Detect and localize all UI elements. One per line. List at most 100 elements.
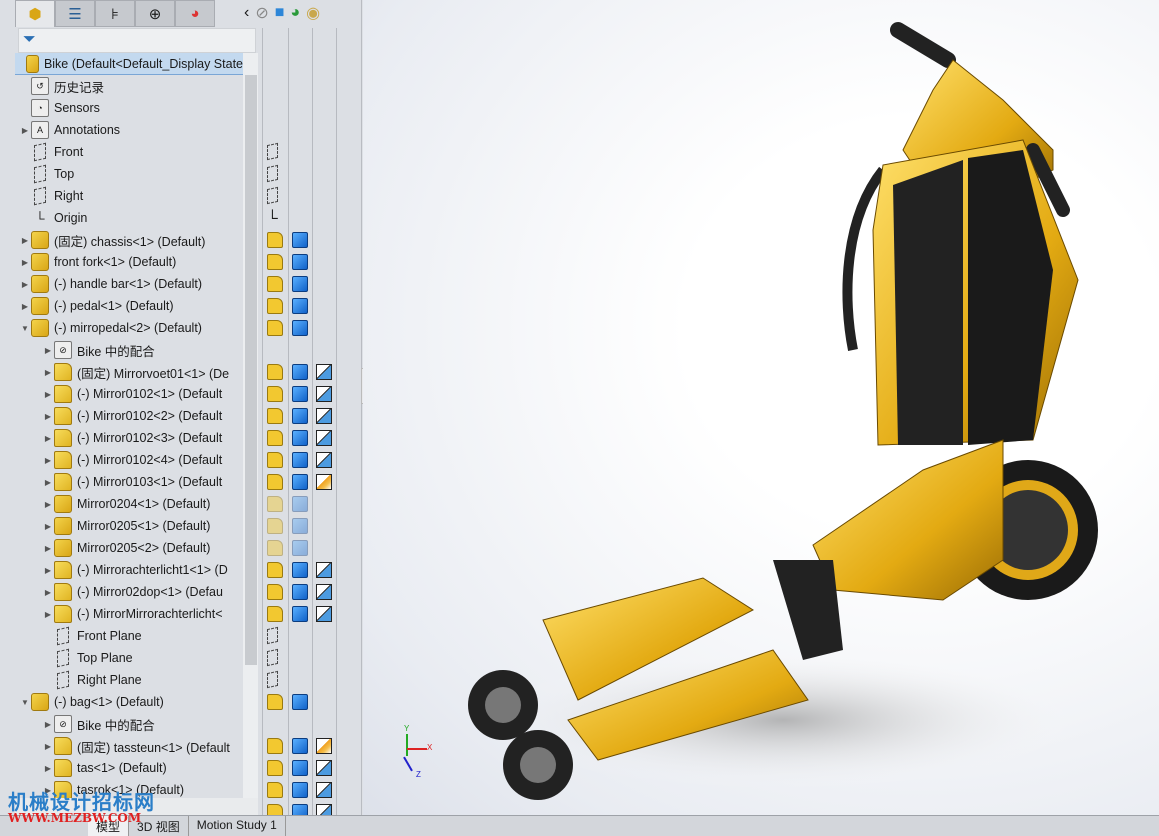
display-style-cube-icon[interactable] (292, 738, 308, 754)
plane-icon[interactable] (267, 164, 278, 183)
tree-item[interactable]: ▶ Mirror0205<2> (Default) (15, 537, 243, 559)
part-visibility-icon[interactable] (267, 474, 283, 490)
plane-icon[interactable] (267, 186, 278, 205)
appearance-swatch-icon[interactable] (316, 606, 332, 622)
tree-item[interactable]: ▶ (固定) Mirrorvoet01<1> (De (15, 361, 243, 383)
tree-item[interactable]: ▶ (-) handle bar<1> (Default) (15, 273, 243, 295)
display-style-cube-icon[interactable] (292, 760, 308, 776)
tree-item[interactable]: └ Origin (15, 207, 243, 229)
expand-arrow-icon[interactable]: ▶ (42, 478, 54, 487)
display-style-cube-icon[interactable] (292, 320, 308, 336)
assembly-visibility-icon[interactable] (267, 518, 283, 534)
collapse-left-icon[interactable]: ‹ (244, 4, 249, 22)
tree-item[interactable]: ▼ (-) bag<1> (Default) (15, 691, 243, 713)
tree-item[interactable]: ▶ ⊘ Bike 中的配合 (15, 339, 243, 361)
expand-arrow-icon[interactable]: ▶ (42, 764, 54, 773)
display-style-cube-icon[interactable] (292, 562, 308, 578)
display-manager-tab[interactable]: ◕ (175, 0, 215, 27)
display-style-cube-icon[interactable] (292, 298, 308, 314)
graphics-viewport[interactable] (363, 0, 1159, 815)
tree-item[interactable]: ▶ (固定) tassteun<1> (Default (15, 735, 243, 757)
expand-arrow-icon[interactable]: ▶ (42, 720, 54, 729)
part-visibility-icon[interactable] (267, 364, 283, 380)
tree-item[interactable]: Bike (Default<Default_Display State (15, 53, 243, 75)
tree-item[interactable]: ▶ (-) Mirror0102<4> (Default (15, 449, 243, 471)
part-visibility-icon[interactable] (267, 738, 283, 754)
display-style-cube-icon[interactable] (292, 386, 308, 402)
appearance-swatch-icon[interactable] (316, 562, 332, 578)
appearance-swatch-icon[interactable] (316, 782, 332, 798)
expand-arrow-icon[interactable]: ▶ (42, 522, 54, 531)
tree-item[interactable]: ◔ Sensors (15, 97, 243, 119)
expand-arrow-icon[interactable]: ▶ (42, 588, 54, 597)
plane-icon[interactable] (267, 142, 278, 161)
collapse-arrow-icon[interactable]: ▼ (19, 698, 31, 707)
appearance-swatch-icon[interactable] (316, 408, 332, 424)
appearance-swatch-icon[interactable] (316, 474, 332, 490)
display-style-cube-icon[interactable] (292, 518, 308, 534)
plane-icon[interactable] (267, 648, 278, 667)
tree-item[interactable]: Front Plane (15, 625, 243, 647)
expand-arrow-icon[interactable]: ▶ (19, 280, 31, 289)
tree-item[interactable]: ▶ (-) Mirror0102<2> (Default (15, 405, 243, 427)
tree-item[interactable]: ↺ 历史记录 (15, 75, 243, 97)
plane-icon[interactable] (267, 626, 278, 645)
expand-arrow-icon[interactable]: ▶ (42, 412, 54, 421)
appearance-swatch-icon[interactable] (316, 452, 332, 468)
expand-arrow-icon[interactable]: ▶ (42, 566, 54, 575)
expand-arrow-icon[interactable]: ▶ (42, 742, 54, 751)
assembly-visibility-icon[interactable] (267, 232, 283, 248)
tree-item[interactable]: ▶ Mirror0204<1> (Default) (15, 493, 243, 515)
tree-item[interactable]: ▶ (-) MirrorMirrorachterlicht< (15, 603, 243, 625)
display-style-cube-icon[interactable] (292, 452, 308, 468)
expand-arrow-icon[interactable]: ▶ (42, 346, 54, 355)
assembly-visibility-icon[interactable] (267, 276, 283, 292)
property-manager-tab[interactable]: ☰ (55, 0, 95, 27)
display-style-cube-icon[interactable] (292, 694, 308, 710)
appearance-swatch-icon[interactable] (316, 364, 332, 380)
tree-item[interactable]: ▶ front fork<1> (Default) (15, 251, 243, 273)
display-style-cube-icon[interactable] (292, 606, 308, 622)
appearance-swatch-icon[interactable] (316, 386, 332, 402)
part-visibility-icon[interactable] (267, 760, 283, 776)
tree-item[interactable]: ▶ A Annotations (15, 119, 243, 141)
dimxpert-tab[interactable]: ⊕ (135, 0, 175, 27)
expand-arrow-icon[interactable]: ▶ (42, 500, 54, 509)
display-style-cube-icon[interactable] (292, 232, 308, 248)
display-style-cube-icon[interactable] (292, 276, 308, 292)
part-visibility-icon[interactable] (267, 430, 283, 446)
appearance-icon[interactable]: ◕ (290, 4, 300, 22)
tree-item[interactable]: ▶ ⊘ Bike 中的配合 (15, 713, 243, 735)
display-style-cube-icon[interactable] (292, 782, 308, 798)
assembly-visibility-icon[interactable] (267, 694, 283, 710)
scene-icon[interactable]: ◉ (306, 3, 320, 23)
part-visibility-icon[interactable] (267, 584, 283, 600)
expand-arrow-icon[interactable]: ▶ (42, 456, 54, 465)
tree-item[interactable]: Front (15, 141, 243, 163)
bottom-tab[interactable]: Motion Study 1 (189, 816, 286, 836)
display-style-icon[interactable]: ■ (275, 4, 285, 22)
assembly-visibility-icon[interactable] (267, 540, 283, 556)
display-style-cube-icon[interactable] (292, 540, 308, 556)
tree-item[interactable]: ▶ (-) Mirror0103<1> (Default (15, 471, 243, 493)
tree-item[interactable]: ▶ (固定) chassis<1> (Default) (15, 229, 243, 251)
scrollbar-thumb[interactable] (245, 75, 257, 665)
assembly-visibility-icon[interactable] (267, 496, 283, 512)
display-style-cube-icon[interactable] (292, 254, 308, 270)
tree-item[interactable]: Right (15, 185, 243, 207)
origin-icon[interactable]: └ (267, 210, 283, 227)
part-visibility-icon[interactable] (267, 408, 283, 424)
expand-arrow-icon[interactable]: ▶ (19, 236, 31, 245)
appearance-swatch-icon[interactable] (316, 584, 332, 600)
appearance-swatch-icon[interactable] (316, 760, 332, 776)
expand-arrow-icon[interactable]: ▶ (42, 610, 54, 619)
display-style-cube-icon[interactable] (292, 430, 308, 446)
part-visibility-icon[interactable] (267, 386, 283, 402)
part-visibility-icon[interactable] (267, 782, 283, 798)
tree-item[interactable]: Top (15, 163, 243, 185)
tree-item[interactable]: Top Plane (15, 647, 243, 669)
feature-manager-tab[interactable]: ⬢ (15, 0, 55, 27)
expand-arrow-icon[interactable]: ▶ (19, 302, 31, 311)
tree-item[interactable]: ▶ (-) Mirror02dop<1> (Defau (15, 581, 243, 603)
expand-arrow-icon[interactable]: ▶ (42, 434, 54, 443)
